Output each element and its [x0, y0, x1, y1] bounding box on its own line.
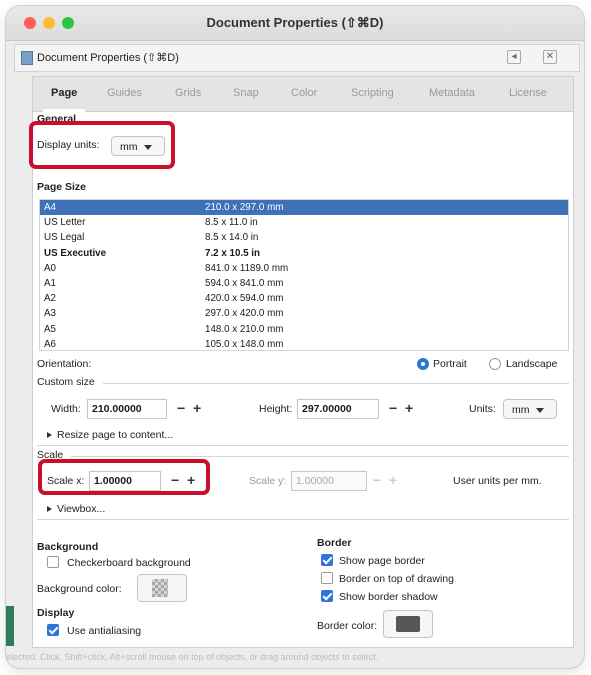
- checkerboard-swatch-icon: [152, 579, 168, 597]
- highlight-display-units: [29, 121, 175, 169]
- units-dropdown[interactable]: mm: [503, 399, 557, 419]
- list-item[interactable]: A6 105.0 x 148.0 mm: [40, 337, 568, 350]
- landscape-radio[interactable]: [489, 358, 501, 370]
- checkerboard-label: Checkerboard background: [67, 557, 191, 569]
- document-properties-window: Document Properties (⇧⌘D) Document Prope…: [6, 6, 584, 668]
- user-units-note: User units per mm.: [453, 475, 542, 487]
- portrait-radio[interactable]: [417, 358, 429, 370]
- border-heading: Border: [317, 537, 352, 549]
- highlight-scale-x: [38, 459, 210, 495]
- tab-metadata[interactable]: Metadata: [429, 87, 475, 99]
- portrait-label: Portrait: [433, 358, 467, 370]
- tab-grids[interactable]: Grids: [175, 87, 201, 99]
- title-bar: Document Properties (⇧⌘D): [6, 6, 584, 41]
- document-icon: [21, 51, 33, 65]
- status-bar: elected. Click, Shift+click, Alt+scroll …: [6, 652, 379, 662]
- divider: [103, 383, 569, 384]
- divider: [37, 445, 569, 446]
- list-item[interactable]: A1 594.0 x 841.0 mm: [40, 276, 568, 291]
- antialiasing-label: Use antialiasing: [67, 625, 142, 637]
- list-item[interactable]: A3 297.0 x 420.0 mm: [40, 306, 568, 321]
- width-decrement-button[interactable]: −: [177, 399, 185, 417]
- landscape-label: Landscape: [506, 358, 558, 370]
- dock-collapse-icon[interactable]: ◂: [507, 50, 521, 64]
- units-label: Units:: [469, 403, 496, 415]
- scale-y-field[interactable]: 1.00000: [291, 471, 367, 491]
- tab-color[interactable]: Color: [291, 87, 317, 99]
- border-color-swatch: [396, 616, 420, 632]
- divider: [37, 519, 569, 520]
- display-heading: Display: [37, 607, 75, 619]
- list-item[interactable]: A5 148.0 x 210.0 mm: [40, 322, 568, 337]
- width-label: Width:: [51, 403, 81, 415]
- disclosure-triangle-icon: [47, 432, 52, 439]
- window-title: Document Properties (⇧⌘D): [206, 15, 384, 30]
- chevron-down-icon: [535, 407, 544, 413]
- height-increment-button[interactable]: +: [405, 399, 413, 417]
- list-item[interactable]: US Letter 8.5 x 11.0 in: [40, 215, 568, 230]
- tab-snap[interactable]: Snap: [233, 87, 259, 99]
- dock-close-icon[interactable]: ✕: [543, 50, 557, 64]
- page-size-heading: Page Size: [37, 181, 87, 193]
- page-size-list[interactable]: A4 210.0 x 297.0 mm US Letter 8.5 x 11.0 i…: [39, 199, 569, 351]
- scale-y-label: Scale y:: [249, 475, 287, 487]
- height-field[interactable]: 297.00000: [297, 399, 379, 419]
- background-color-label: Background color:: [37, 583, 122, 595]
- scale-y-decrement-button[interactable]: −: [373, 471, 381, 489]
- background-heading: Background: [37, 541, 99, 553]
- orientation-label: Orientation:: [37, 358, 92, 370]
- scale-y-increment-button[interactable]: +: [389, 471, 397, 489]
- show-border-checkbox[interactable]: [321, 554, 333, 566]
- resize-label: Resize page to content...: [57, 429, 174, 441]
- tab-scripting[interactable]: Scripting: [351, 87, 394, 99]
- tab-license[interactable]: License: [509, 87, 547, 99]
- tab-bar: Page Guides Grids Snap Color Scripting M…: [33, 77, 573, 112]
- border-shadow-checkbox[interactable]: [321, 590, 333, 602]
- tab-guides[interactable]: Guides: [107, 87, 142, 99]
- list-item[interactable]: US Legal 8.5 x 14.0 in: [40, 230, 568, 245]
- border-on-top-label: Border on top of drawing: [339, 573, 454, 585]
- disclosure-triangle-icon: [47, 506, 52, 513]
- checkerboard-checkbox[interactable]: [47, 556, 59, 568]
- border-color-label: Border color:: [317, 620, 378, 632]
- viewbox-label: Viewbox...: [57, 503, 106, 515]
- border-on-top-checkbox[interactable]: [321, 572, 333, 584]
- dock-tab[interactable]: Document Properties (⇧⌘D) ◂ ✕: [14, 44, 580, 72]
- custom-size-heading: Custom size: [37, 376, 95, 388]
- list-item[interactable]: US Executive 7.2 x 10.5 in: [40, 246, 568, 261]
- tab-page[interactable]: Page: [42, 87, 86, 112]
- canvas-edge: [6, 606, 14, 646]
- border-shadow-label: Show border shadow: [339, 591, 438, 603]
- height-decrement-button[interactable]: −: [389, 399, 397, 417]
- antialiasing-checkbox[interactable]: [47, 624, 59, 636]
- list-item[interactable]: A4 210.0 x 297.0 mm: [40, 200, 568, 216]
- border-color-button[interactable]: [383, 610, 433, 638]
- properties-panel: Page Guides Grids Snap Color Scripting M…: [29, 76, 574, 648]
- background-color-button[interactable]: [137, 574, 187, 602]
- resize-expander[interactable]: Resize page to content...: [47, 429, 173, 441]
- width-field[interactable]: 210.00000: [87, 399, 167, 419]
- list-item[interactable]: A2 420.0 x 594.0 mm: [40, 291, 568, 306]
- show-border-label: Show page border: [339, 555, 425, 567]
- viewbox-expander[interactable]: Viewbox...: [47, 503, 105, 515]
- dock-tab-title: Document Properties (⇧⌘D): [37, 52, 179, 64]
- units-value: mm: [512, 404, 530, 416]
- height-label: Height:: [259, 403, 293, 415]
- width-increment-button[interactable]: +: [193, 399, 201, 417]
- list-item[interactable]: A0 841.0 x 1189.0 mm: [40, 261, 568, 276]
- divider: [71, 456, 569, 457]
